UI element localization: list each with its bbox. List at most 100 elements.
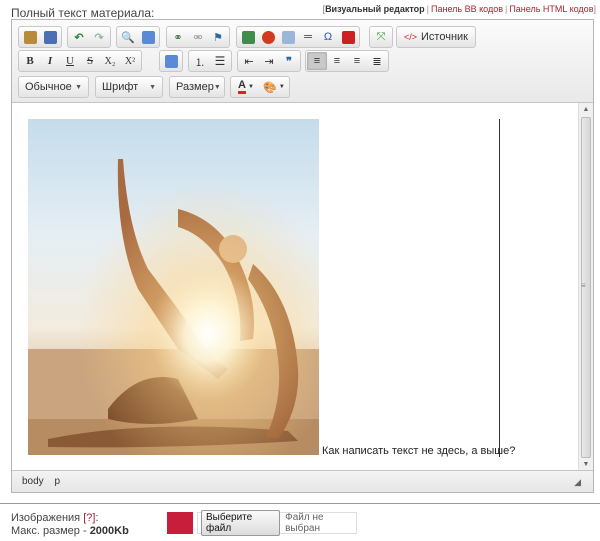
maximize-icon: ⤧ <box>376 30 386 43</box>
replace-button[interactable] <box>138 28 158 46</box>
yoga-photo[interactable] <box>28 119 319 455</box>
subscript-button[interactable]: X₂ <box>100 52 120 70</box>
html-panel-link[interactable]: Панель HTML кодов <box>509 4 593 14</box>
scrollbar-grip-icon: ≡ <box>581 281 586 290</box>
field-label: Полный текст материала: <box>11 6 155 20</box>
bulleted-list-button[interactable]: ☰ <box>210 52 230 70</box>
editor-content-area[interactable]: Как написать текст не здесь, а выше? <box>12 103 579 472</box>
underline-icon: U <box>66 55 74 67</box>
bb-panel-link[interactable]: Панель BB кодов <box>431 4 503 14</box>
strike-icon: S <box>86 55 94 67</box>
editor-mode-links: [Визуальный редактор | Панель BB кодов | Пан… <box>322 4 596 14</box>
strike-button[interactable]: S <box>80 52 100 70</box>
bold-button[interactable]: B <box>20 52 40 70</box>
align-right-icon: ≡ <box>353 55 361 67</box>
section-divider <box>0 503 600 504</box>
bold-icon: B <box>26 55 34 67</box>
anchor-icon: ⚑ <box>213 31 223 44</box>
editor-text-line[interactable]: Как написать текст не здесь, а выше? <box>322 445 515 457</box>
chevron-down-icon: ▼ <box>149 83 156 91</box>
paste-word-button[interactable] <box>40 28 60 46</box>
format-combo[interactable]: Обычное ▼ <box>18 76 89 98</box>
align-group: ≡ ≡ ≡ ≣ <box>305 50 389 72</box>
italic-icon: I <box>47 55 53 67</box>
flash-button[interactable] <box>258 28 278 46</box>
images-upload-label: Изображения [?]: Макс. размер - 2000Kb <box>11 512 129 537</box>
redo-button[interactable]: ↷ <box>89 28 109 46</box>
file-input[interactable]: Выберите файл Файл не выбран <box>197 510 357 536</box>
youtube-icon <box>341 30 355 44</box>
source-icon: </> <box>404 32 418 42</box>
image-preview-thumbnail <box>167 512 193 534</box>
horizontal-rule-button[interactable]: ═ <box>298 28 318 46</box>
remove-format-button[interactable] <box>161 52 181 70</box>
font-combo[interactable]: Шрифт ▼ <box>95 76 163 98</box>
images-label: Изображения <box>11 512 81 524</box>
blockquote-icon: ❞ <box>286 55 292 68</box>
youtube-button[interactable] <box>338 28 358 46</box>
paste-word-icon <box>43 30 57 44</box>
unlink-button[interactable]: ⚮ <box>188 28 208 46</box>
maximize-button[interactable]: ⤧ <box>371 28 391 46</box>
background-color-button[interactable]: 🎨 ▼ <box>260 78 288 96</box>
anchor-button[interactable]: ⚑ <box>208 28 228 46</box>
size-combo[interactable]: Размер ▼ <box>169 76 225 98</box>
maximize-group: ⤧ <box>369 26 393 48</box>
chevron-down-icon: ▼ <box>278 84 285 90</box>
horizontal-rule-icon: ═ <box>304 31 312 43</box>
align-left-button[interactable]: ≡ <box>307 52 327 70</box>
text-color-button[interactable]: A ▼ <box>232 78 260 96</box>
indent-group: ⇤ ⇥ ❞ <box>237 50 301 72</box>
table-button[interactable] <box>278 28 298 46</box>
replace-icon <box>141 30 155 44</box>
source-button[interactable]: </> Источник <box>398 28 474 46</box>
align-center-button[interactable]: ≡ <box>327 52 347 70</box>
text-color-icon: A <box>238 80 246 94</box>
underline-button[interactable]: U <box>60 52 80 70</box>
no-file-text: Файл не выбран <box>285 512 324 534</box>
blockquote-button[interactable]: ❞ <box>279 52 299 70</box>
scroll-up-arrow-icon[interactable]: ▲ <box>579 103 593 117</box>
subscript-icon: X₂ <box>104 55 116 67</box>
numbered-list-button[interactable]: ⒈ <box>190 52 210 70</box>
image-button[interactable] <box>238 28 258 46</box>
visual-editor-link[interactable]: Визуальный редактор <box>325 4 425 14</box>
colors-group: A ▼ 🎨 ▼ <box>230 76 290 98</box>
bulleted-list-icon: ☰ <box>214 54 226 68</box>
align-left-icon: ≡ <box>313 55 321 67</box>
resize-handle-icon[interactable]: ◢ <box>574 477 581 488</box>
redo-icon: ↷ <box>94 31 104 44</box>
lists-group: ⒈ ☰ <box>188 50 232 72</box>
paste-text-icon <box>23 30 37 44</box>
find-icon: 🔍 <box>121 31 135 44</box>
outdent-button[interactable]: ⇤ <box>239 52 259 70</box>
undo-button[interactable]: ↶ <box>69 28 89 46</box>
path-p[interactable]: p <box>54 476 60 487</box>
align-justify-button[interactable]: ≣ <box>367 52 387 70</box>
format-combo-value: Обычное <box>25 81 72 93</box>
indent-icon: ⇥ <box>264 55 274 68</box>
link-button[interactable]: ⚭ <box>168 28 188 46</box>
editor-vertical-scrollbar[interactable]: ▲ ≡ ▼ <box>578 103 593 472</box>
text-cursor <box>499 119 500 457</box>
path-body[interactable]: body <box>22 476 44 487</box>
indent-button[interactable]: ⇥ <box>259 52 279 70</box>
unlink-icon: ⚮ <box>193 31 203 44</box>
insert-group: ═ Ω <box>236 26 360 48</box>
images-help-link[interactable]: [?] <box>83 512 95 524</box>
choose-file-button[interactable]: Выберите файл <box>201 510 281 536</box>
source-label: Источник <box>421 31 468 43</box>
align-center-icon: ≡ <box>333 55 341 67</box>
superscript-button[interactable]: X² <box>120 52 140 70</box>
table-icon <box>281 30 295 44</box>
max-size-value: 2000Kb <box>89 525 129 537</box>
special-char-button[interactable]: Ω <box>318 28 338 46</box>
align-right-button[interactable]: ≡ <box>347 52 367 70</box>
editor-toolbar: ↶ ↷ 🔍 ⚭ ⚮ ⚑ ═ Ω ⤧ </> Источник B I U S X… <box>12 20 593 103</box>
chevron-down-icon: ▼ <box>248 84 254 90</box>
italic-button[interactable]: I <box>40 52 60 70</box>
find-button[interactable]: 🔍 <box>118 28 138 46</box>
link-icon: ⚭ <box>173 31 183 44</box>
paste-text-button[interactable] <box>20 28 40 46</box>
size-combo-value: Размер <box>176 81 214 93</box>
